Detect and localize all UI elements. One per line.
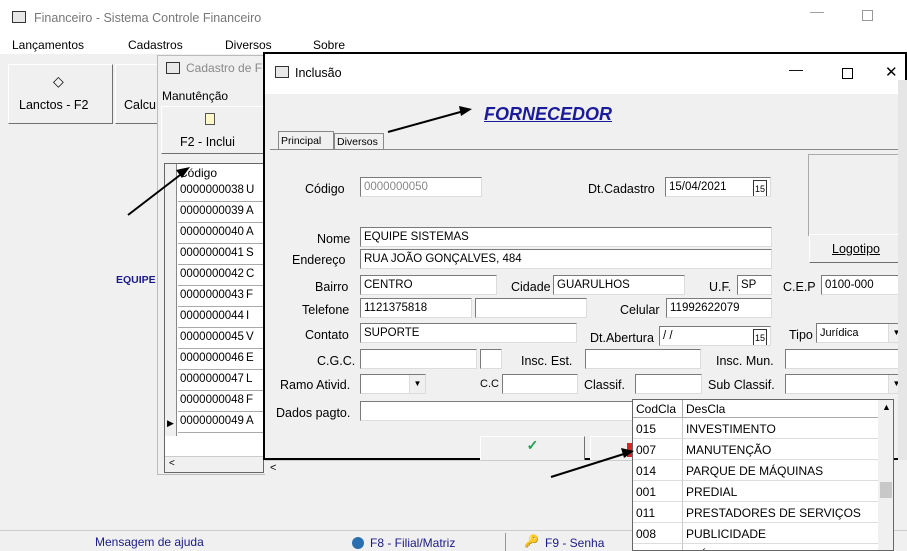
annotation-arrow bbox=[127, 106, 634, 478]
annotation-arrows bbox=[127, 106, 634, 478]
